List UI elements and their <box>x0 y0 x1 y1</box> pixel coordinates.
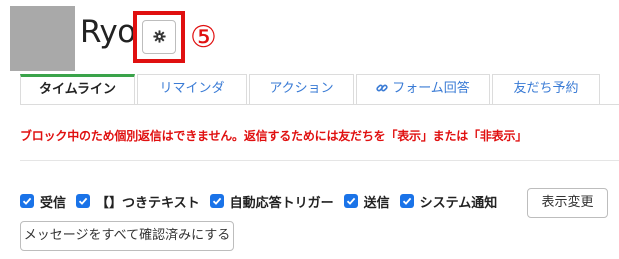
annotation-highlight-box <box>133 11 185 63</box>
filter-label: 送信 <box>363 195 390 211</box>
filter-sent[interactable]: 送信 <box>343 192 390 211</box>
tab-label: 友だち予約 <box>513 81 579 96</box>
filter-auto-reply-trigger[interactable]: 自動応答トリガー <box>209 192 334 211</box>
block-warning-message: ブロック中のため個別返信はできません。返信するためには友だちを「表示」または「非… <box>20 129 528 143</box>
filter-bracket-text[interactable]: 【】つきテキスト <box>76 192 200 211</box>
tab-bar: タイムライン リマインダ アクション フォーム回答 友だち予約 <box>20 74 619 105</box>
checkbox-checked-icon[interactable] <box>399 194 414 208</box>
filter-label: システム通知 <box>419 195 498 211</box>
filter-label: 受信 <box>40 195 67 211</box>
divider <box>20 160 619 161</box>
filter-label: 【】つきテキスト <box>96 195 200 211</box>
tab-reminder[interactable]: リマインダ <box>137 74 247 104</box>
mark-all-read-button[interactable]: メッセージをすべて確認済みにする <box>20 221 234 251</box>
checkbox-checked-icon[interactable] <box>20 194 34 208</box>
filter-label: 自動応答トリガー <box>229 195 334 211</box>
tab-action[interactable]: アクション <box>249 74 354 104</box>
tab-label: リマインダ <box>159 81 225 96</box>
avatar <box>10 6 75 71</box>
link-icon <box>376 77 388 105</box>
tab-friend-reservation[interactable]: 友だち予約 <box>492 74 600 104</box>
checkbox-checked-icon[interactable] <box>76 194 91 208</box>
message-filters: 受信 【】つきテキスト 自動応答トリガー 送信 システム通知 <box>20 190 507 212</box>
tab-label: フォーム回答 <box>392 81 470 96</box>
tab-timeline[interactable]: タイムライン <box>20 74 135 105</box>
filter-received[interactable]: 受信 <box>20 192 66 211</box>
tab-form-answers[interactable]: フォーム回答 <box>356 74 490 104</box>
annotation-number: ⑤ <box>190 20 217 55</box>
filter-system-notice[interactable]: システム通知 <box>399 192 498 211</box>
tab-bar-underline <box>20 104 619 105</box>
tab-label: アクション <box>269 81 334 96</box>
user-name: Ryo <box>80 14 136 50</box>
checkbox-checked-icon[interactable] <box>209 194 224 208</box>
checkbox-checked-icon[interactable] <box>343 194 358 208</box>
display-change-button[interactable]: 表示変更 <box>527 188 608 218</box>
tab-label: タイムライン <box>38 82 117 97</box>
